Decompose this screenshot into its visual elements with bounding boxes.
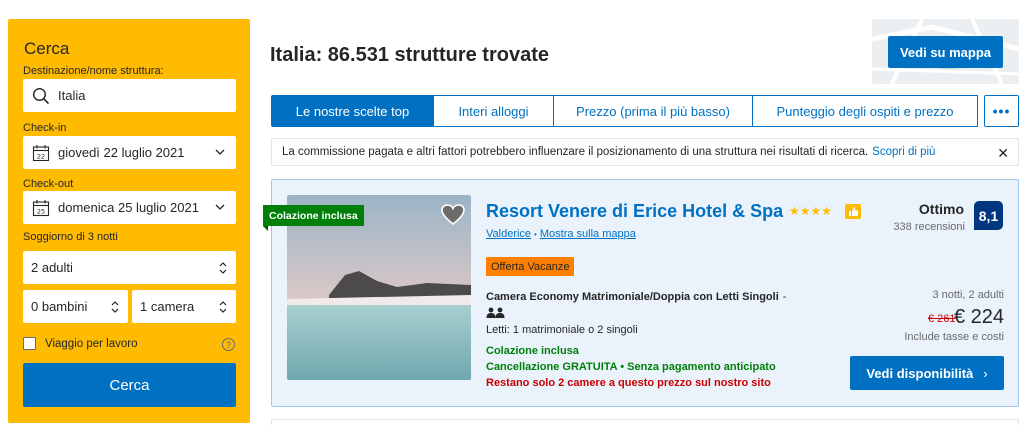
- more-icon: •••: [992, 103, 1011, 119]
- free-cancellation-text: Cancellazione GRATUITA • Senza pagamento…: [486, 361, 776, 373]
- notice-text: La commissione pagata e altri fattori po…: [282, 146, 869, 158]
- review-count[interactable]: 338 recensioni: [893, 221, 965, 233]
- taxes-note: Include tasse e costi: [904, 331, 1004, 343]
- stay-length-label: Soggiorno di 3 notti: [23, 231, 118, 243]
- room-type-text: Camera Economy Matrimoniale/Doppia con L…: [486, 291, 779, 303]
- destination-value: Italia: [58, 88, 86, 103]
- room-type: Camera Economy Matrimoniale/Doppia con L…: [486, 291, 786, 303]
- checkin-label: Check-in: [23, 122, 67, 134]
- checkin-field[interactable]: 22 giovedì 22 luglio 2021: [23, 136, 236, 169]
- children-value: 0 bambini: [31, 299, 88, 314]
- results-title: Italia: 86.531 strutture trovate: [270, 44, 549, 66]
- adults-select[interactable]: 2 adulti: [23, 251, 236, 284]
- search-icon: [30, 85, 52, 107]
- svg-text:22: 22: [37, 152, 45, 160]
- calendar-icon: 25: [30, 197, 52, 219]
- help-icon[interactable]: ?: [222, 338, 235, 351]
- checkout-field[interactable]: 25 domenica 25 luglio 2021: [23, 191, 236, 224]
- show-on-map-button[interactable]: Vedi su mappa: [888, 36, 1003, 68]
- location-line: Valderice • Mostra sulla mappa: [486, 228, 636, 240]
- search-panel: Cerca Destinazione/nome struttura: Itali…: [8, 19, 250, 423]
- calendar-icon: 22: [30, 142, 52, 164]
- see-availability-button[interactable]: Vedi disponibilità ›: [850, 356, 1004, 390]
- ranking-notice: La commissione pagata e altri fattori po…: [271, 138, 1019, 166]
- checkout-value: domenica 25 luglio 2021: [58, 200, 199, 215]
- tab-entire-homes[interactable]: Interi alloggi: [434, 95, 554, 127]
- checkout-label: Check-out: [23, 178, 74, 190]
- checkin-value: giovedì 22 luglio 2021: [58, 145, 185, 160]
- separator-dot: •: [534, 230, 537, 239]
- current-price: € 224: [953, 306, 1004, 328]
- business-trip-checkbox[interactable]: [23, 337, 36, 350]
- property-card[interactable]: Colazione inclusa Resort Venere di Erice…: [263, 179, 1019, 407]
- thumbs-up-icon: [845, 204, 861, 219]
- review-score-badge[interactable]: 8,1: [974, 201, 1003, 230]
- more-options-button[interactable]: •••: [984, 95, 1019, 127]
- guests-icon: [486, 306, 506, 318]
- svg-text:25: 25: [37, 207, 45, 215]
- breakfast-included-text: Colazione inclusa: [486, 345, 579, 357]
- original-price: € 261: [928, 313, 956, 325]
- star-rating: ★★★★: [789, 204, 833, 218]
- holiday-offer-badge: Offerta Vacanze: [486, 257, 575, 276]
- location-link[interactable]: Valderice: [486, 228, 531, 240]
- room-type-dash: -: [782, 291, 787, 303]
- favorite-heart-icon[interactable]: [440, 202, 466, 228]
- show-on-map-link[interactable]: Mostra sulla mappa: [540, 228, 636, 240]
- rooms-value: 1 camera: [140, 299, 195, 314]
- chevron-down-icon: [214, 146, 226, 158]
- stay-summary: 3 notti, 2 adulti: [932, 289, 1004, 301]
- bed-configuration: Letti: 1 matrimoniale o 2 singoli: [486, 324, 638, 336]
- close-icon[interactable]: ✕: [997, 145, 1009, 162]
- chevron-right-icon: ›: [983, 365, 988, 381]
- updown-icon: [218, 300, 228, 314]
- breakfast-included-badge: Colazione inclusa: [263, 205, 364, 231]
- rating-word: Ottimo: [918, 201, 964, 217]
- scarcity-message: Restano solo 2 camere a questo prezzo su…: [486, 377, 771, 389]
- property-name[interactable]: Resort Venere di Erice Hotel & Spa: [486, 201, 783, 222]
- updown-icon: [218, 261, 228, 275]
- tab-top-picks[interactable]: Le nostre scelte top: [271, 95, 434, 127]
- next-property-card[interactable]: [271, 419, 1019, 425]
- tab-lowest-price[interactable]: Prezzo (prima il più basso): [554, 95, 753, 127]
- children-select[interactable]: 0 bambini: [23, 290, 128, 323]
- chevron-down-icon: [214, 201, 226, 213]
- business-trip-label: Viaggio per lavoro: [45, 337, 138, 350]
- updown-icon: [110, 300, 120, 314]
- destination-label: Destinazione/nome struttura:: [23, 65, 164, 77]
- search-title: Cerca: [24, 39, 70, 58]
- search-button[interactable]: Cerca: [23, 363, 236, 407]
- adults-value: 2 adulti: [31, 260, 73, 275]
- rooms-select[interactable]: 1 camera: [132, 290, 236, 323]
- business-trip-toggle[interactable]: Viaggio per lavoro: [23, 337, 138, 350]
- see-availability-label: Vedi disponibilità: [866, 365, 974, 381]
- destination-input[interactable]: Italia: [23, 79, 236, 112]
- tab-rating-and-price[interactable]: Punteggio degli ospiti e prezzo: [753, 95, 978, 127]
- learn-more-link[interactable]: Scopri di più: [872, 146, 935, 158]
- sort-tabs: Le nostre scelte top Interi alloggi Prez…: [271, 95, 1019, 127]
